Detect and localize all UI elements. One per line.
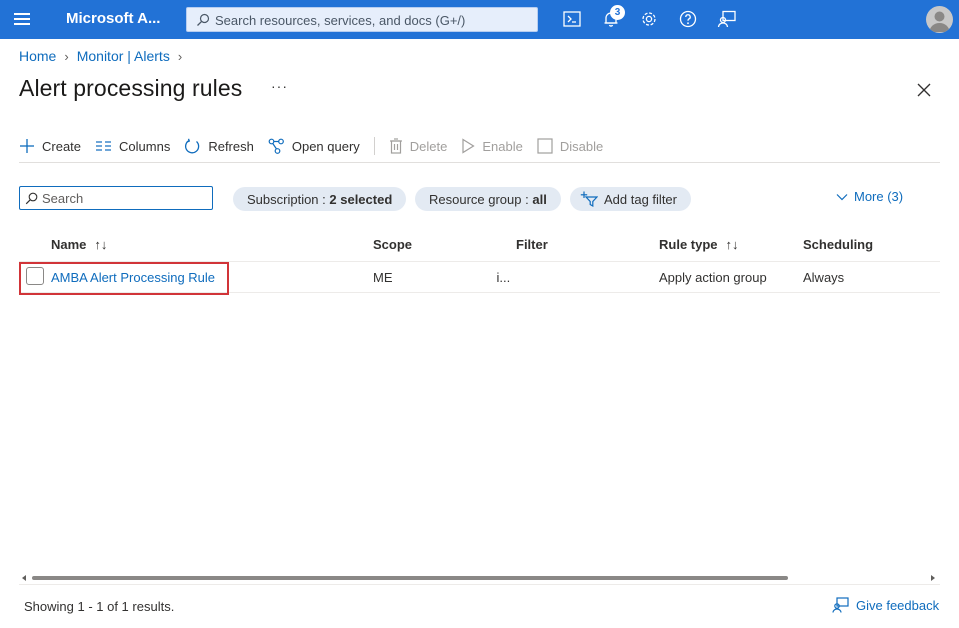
add-tag-filter-button[interactable]: Add tag filter: [570, 187, 691, 211]
notification-count-badge: 3: [610, 5, 625, 20]
rule-scope-prefix: ME: [373, 270, 393, 285]
refresh-icon: [185, 138, 200, 153]
column-header-scope[interactable]: Scope: [373, 237, 412, 252]
scroll-right-icon[interactable]: [931, 575, 935, 581]
scroll-left-icon[interactable]: [22, 575, 26, 581]
rule-type: Apply action group: [659, 270, 767, 285]
top-bar: Microsoft A... 3: [0, 0, 959, 39]
refresh-button[interactable]: Refresh: [184, 133, 254, 159]
query-icon: [268, 138, 284, 154]
disable-button[interactable]: Disable: [537, 133, 603, 159]
rule-scope: ME i...: [373, 270, 510, 285]
help-icon[interactable]: [678, 9, 698, 29]
plus-icon: [20, 139, 34, 153]
columns-button[interactable]: Columns: [95, 133, 170, 159]
user-avatar[interactable]: [926, 6, 953, 33]
cloud-shell-icon[interactable]: [562, 9, 582, 29]
columns-label: Columns: [119, 138, 171, 154]
search-icon: [25, 192, 38, 205]
toolbar-divider: [373, 137, 375, 155]
resource-group-filter-value: all: [532, 191, 547, 207]
column-header-name[interactable]: Name ↑↓: [51, 237, 107, 252]
subscription-filter-label: Subscription :: [247, 191, 326, 207]
footer-divider: [19, 584, 940, 585]
sort-icon[interactable]: ↑↓: [726, 237, 739, 252]
column-header-scope-label: Scope: [373, 237, 413, 252]
create-label: Create: [42, 138, 82, 154]
feedback-icon[interactable]: [717, 9, 737, 29]
trash-icon: [389, 138, 402, 154]
column-header-scheduling-label: Scheduling: [803, 237, 874, 252]
more-filters-label: More (3): [854, 189, 904, 204]
resource-group-filter-pill[interactable]: Resource group : all: [415, 187, 561, 211]
global-search[interactable]: [186, 7, 538, 32]
chevron-right-icon: ›: [177, 48, 183, 64]
column-header-rule-type[interactable]: Rule type ↑↓: [659, 237, 739, 252]
sort-icon[interactable]: ↑↓: [94, 237, 107, 252]
column-header-filter[interactable]: Filter: [516, 237, 548, 252]
column-header-scheduling[interactable]: Scheduling: [803, 237, 873, 252]
portal-brand[interactable]: Microsoft A...: [66, 10, 160, 27]
menu-icon[interactable]: [14, 13, 30, 25]
add-filter-icon: [580, 191, 598, 207]
add-tag-filter-label: Add tag filter: [604, 191, 677, 207]
breadcrumb-monitor-alerts[interactable]: Monitor | Alerts: [77, 48, 170, 64]
stop-icon: [537, 138, 553, 154]
feedback-icon: [832, 597, 849, 613]
columns-icon: [96, 141, 112, 151]
more-filters-button[interactable]: More (3): [836, 189, 903, 204]
column-header-rule-type-label: Rule type: [659, 237, 718, 252]
breadcrumb: Home › Monitor | Alerts ›: [19, 48, 190, 64]
subscription-filter-value: 2 selected: [329, 191, 393, 207]
open-query-label: Open query: [291, 138, 360, 154]
subscription-filter-pill[interactable]: Subscription : 2 selected: [233, 187, 407, 211]
column-header-name-label: Name: [51, 237, 87, 252]
chevron-right-icon: ›: [64, 48, 69, 64]
close-icon[interactable]: [916, 82, 932, 98]
rule-scope-suffix: i...: [496, 270, 511, 285]
row-highlight-box: [19, 262, 229, 295]
rule-scheduling: Always: [803, 270, 845, 285]
settings-icon[interactable]: [639, 9, 659, 29]
search-icon: [197, 13, 210, 26]
chevron-down-icon: [836, 193, 848, 200]
page-title: Alert processing rules: [19, 75, 243, 101]
more-options-button[interactable]: ···: [271, 78, 288, 94]
delete-label: Delete: [409, 138, 448, 154]
breadcrumb-home[interactable]: Home: [19, 48, 56, 64]
play-icon: [462, 138, 476, 154]
give-feedback-label: Give feedback: [856, 597, 940, 613]
global-search-input[interactable]: [215, 11, 533, 29]
toolbar-divider-line: [19, 162, 940, 163]
horizontal-scrollbar[interactable]: [19, 573, 940, 583]
scrollbar-thumb[interactable]: [32, 576, 788, 580]
column-header-filter-label: Filter: [516, 237, 548, 252]
open-query-button[interactable]: Open query: [268, 133, 360, 159]
create-button[interactable]: Create: [19, 133, 81, 159]
disable-label: Disable: [559, 138, 604, 154]
enable-button[interactable]: Enable: [461, 133, 523, 159]
resource-group-filter-label: Resource group :: [429, 191, 529, 207]
enable-label: Enable: [482, 138, 523, 154]
command-bar: Create Columns Refresh Open query Delete…: [19, 133, 617, 159]
delete-button[interactable]: Delete: [389, 133, 448, 159]
search-input[interactable]: [42, 190, 208, 206]
refresh-label: Refresh: [208, 138, 254, 154]
results-count: Showing 1 - 1 of 1 results.: [24, 599, 175, 614]
give-feedback-link[interactable]: Give feedback: [832, 597, 939, 613]
search-box[interactable]: [19, 186, 213, 210]
